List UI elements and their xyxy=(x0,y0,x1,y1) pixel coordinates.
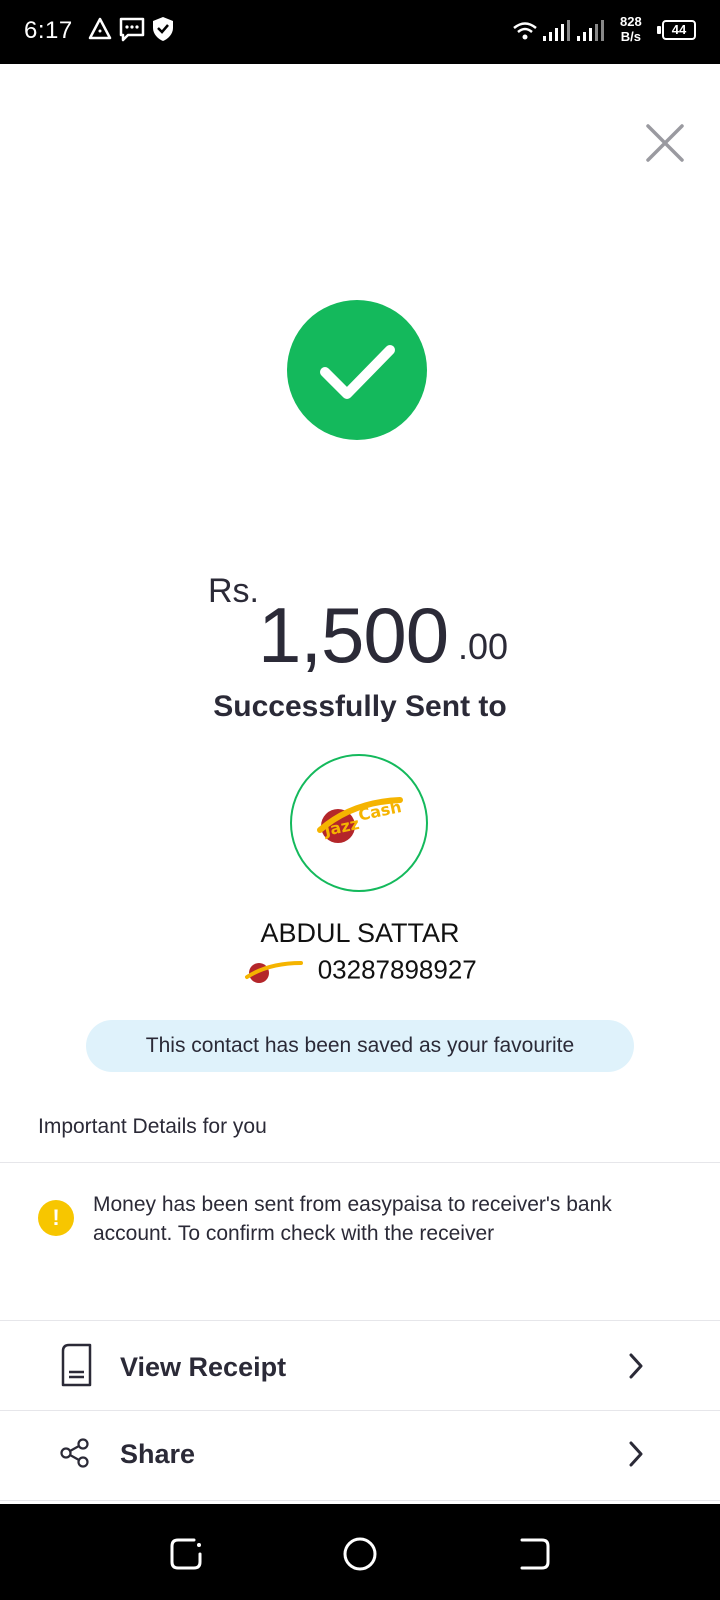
battery-indicator: 44 xyxy=(662,20,696,40)
jazzcash-logo: Jazz Cash xyxy=(317,797,403,843)
amount-currency: Rs. xyxy=(208,572,259,610)
battery-nub xyxy=(657,26,661,34)
home-icon[interactable] xyxy=(340,1534,380,1574)
receiver-name: ABDUL SATTAR xyxy=(260,918,460,948)
sent-title: Successfully Sent to xyxy=(213,690,507,723)
receiver-account: 03287898927 xyxy=(317,954,477,985)
success-badge xyxy=(287,300,427,440)
back-icon[interactable] xyxy=(514,1534,554,1574)
share-icon xyxy=(60,1438,89,1468)
recent-apps-icon[interactable] xyxy=(166,1534,206,1574)
chevron-right-icon xyxy=(629,1441,643,1467)
view-receipt-label: View Receipt xyxy=(120,1352,287,1382)
signal-icon xyxy=(543,20,570,41)
amount-decimal: .00 xyxy=(458,626,509,667)
receipt-icon xyxy=(61,1343,92,1387)
svg-text:Cash: Cash xyxy=(357,797,403,825)
signal-icon-2 xyxy=(577,20,604,41)
status-bar: 6:17 828 B/s 44 xyxy=(0,0,720,64)
amount-display: Rs. 1,500 .00 xyxy=(0,570,720,680)
checkmark-icon xyxy=(320,345,395,399)
warning-icon: ! xyxy=(38,1200,74,1236)
receiver-avatar: Jazz Cash xyxy=(290,754,428,892)
shield-icon xyxy=(153,17,173,41)
divider xyxy=(0,1500,720,1501)
receiver-account-row: 03287898927 xyxy=(0,953,720,989)
details-heading: Important Details for you xyxy=(38,1115,267,1138)
close-icon xyxy=(646,124,684,162)
divider xyxy=(0,1162,720,1163)
chevron-right-icon xyxy=(629,1353,643,1379)
warning-message: Money has been sent from easypaisa to re… xyxy=(93,1193,612,1245)
wifi-icon xyxy=(513,22,537,40)
network-speed: 828 B/s xyxy=(620,14,642,44)
network-speed-unit: B/s xyxy=(620,29,641,44)
close-button[interactable] xyxy=(642,120,688,166)
divider xyxy=(0,1320,720,1321)
jazzcash-small-logo xyxy=(245,961,304,983)
amount-value: 1,500 xyxy=(258,591,449,679)
warning-triangle-icon xyxy=(88,17,112,40)
favourite-notice: This contact has been saved as your favo… xyxy=(86,1020,634,1072)
message-icon xyxy=(119,17,145,42)
share-label: Share xyxy=(120,1439,196,1469)
system-nav-bar xyxy=(0,1504,720,1600)
share-button[interactable]: Share xyxy=(0,1411,720,1499)
view-receipt-button[interactable]: View Receipt xyxy=(0,1322,720,1410)
status-time: 6:17 xyxy=(24,17,73,44)
network-speed-value: 828 xyxy=(620,14,642,29)
